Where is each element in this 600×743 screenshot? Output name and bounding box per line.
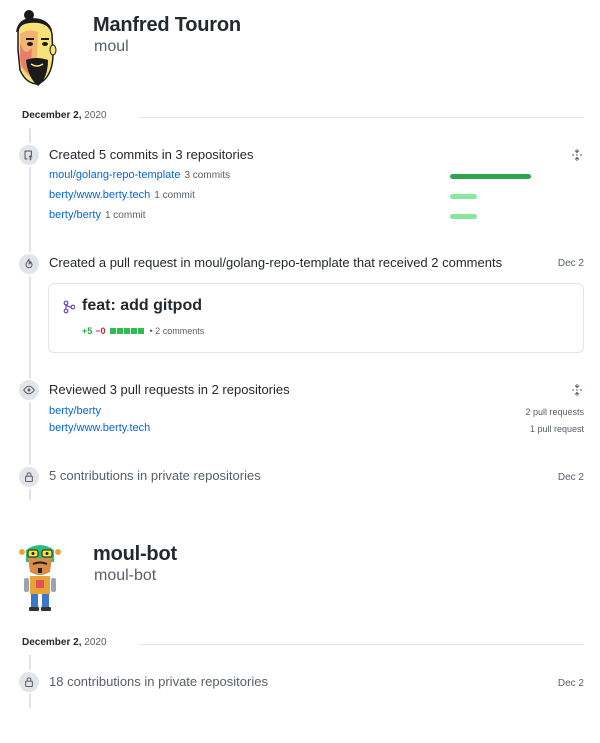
pull-request-summary: Created a pull request in moul/golang-re… [49,255,503,270]
date-label: December 2, 2020 [22,637,107,648]
date-year: 2020 [81,637,107,648]
private-contributions: 18 contributions in private repositories [49,674,268,689]
date-year: 2020 [81,110,107,121]
private-date: Dec 2 [557,472,584,483]
pr-additions: +5 [82,326,93,336]
fold-icon[interactable] [571,383,583,396]
commit-share-bar [450,194,477,199]
date-header: December 2, 2020 [22,637,584,651]
commit-repo-row: moul/golang-repo-template 3 commits [49,169,584,185]
date-divider [140,117,584,118]
user-avatar[interactable] [8,8,68,88]
repo-push-icon [24,150,33,161]
commit-share-bar [450,214,477,219]
pull-request-card[interactable]: feat: add gitpod +5 −0 • 2 comments [48,283,584,353]
commit-share-bar [450,174,531,179]
lock-icon [25,677,33,688]
user-profile-bot: moul-bot moul-bot [0,530,600,620]
date-day: December 2, [22,637,82,648]
commit-count[interactable]: 1 commit [154,190,195,201]
pr-comments[interactable]: • 2 comments [150,326,205,336]
date-label: December 2, 2020 [22,110,107,121]
fold-icon[interactable] [571,148,583,161]
review-repo-row: berty/www.berty.tech 1 pull request [49,422,584,438]
pull-request-badge [17,252,41,276]
date-divider [140,644,584,645]
repo-link[interactable]: berty/www.berty.tech [49,189,150,201]
user-display-name[interactable]: Manfred Touron [93,14,241,37]
user-profile-manfred: Manfred Touron moul [0,0,600,100]
commit-repo-row: berty/berty 1 commit [49,209,584,225]
user-login[interactable]: moul [94,38,129,56]
git-pull-request-icon [25,258,33,269]
review-repo-row: berty/berty 2 pull requests [49,405,584,421]
lock-icon [25,472,33,483]
repo-link[interactable]: moul/golang-repo-template [49,169,180,181]
user-avatar[interactable] [16,540,76,620]
private-badge [17,465,41,489]
pull-request-date: Dec 2 [557,258,584,269]
private-contributions: 5 contributions in private repositories [49,468,261,483]
date-day: December 2, [22,110,82,121]
timeline-line [29,128,31,500]
user-display-name[interactable]: moul-bot [93,543,177,566]
review-count: 2 pull requests [525,407,584,417]
pull-request-stats: +5 −0 • 2 comments [82,326,204,336]
commits-summary: Created 5 commits in 3 repositories [49,147,254,162]
date-header: December 2, 2020 [22,110,584,124]
reviews-badge [17,378,41,402]
commit-count[interactable]: 1 commit [105,210,146,221]
repo-link[interactable]: berty/berty [49,405,101,417]
pr-merged-icon [63,300,75,314]
pull-request-title[interactable]: feat: add gitpod [82,297,202,315]
reviews-summary: Reviewed 3 pull requests in 2 repositori… [49,382,290,397]
repo-link[interactable]: berty/www.berty.tech [49,422,150,434]
commit-count[interactable]: 3 commits [184,170,230,181]
eye-icon [23,385,35,395]
private-date: Dec 2 [557,678,584,689]
user-login[interactable]: moul-bot [94,567,156,585]
commits-badge [17,143,41,167]
pr-deletions: −0 [95,326,106,336]
repo-link[interactable]: berty/berty [49,209,101,221]
private-badge [17,670,41,694]
diffstat-blocks [109,328,145,334]
commit-repo-row: berty/www.berty.tech 1 commit [49,189,584,205]
review-count: 1 pull request [529,424,584,434]
